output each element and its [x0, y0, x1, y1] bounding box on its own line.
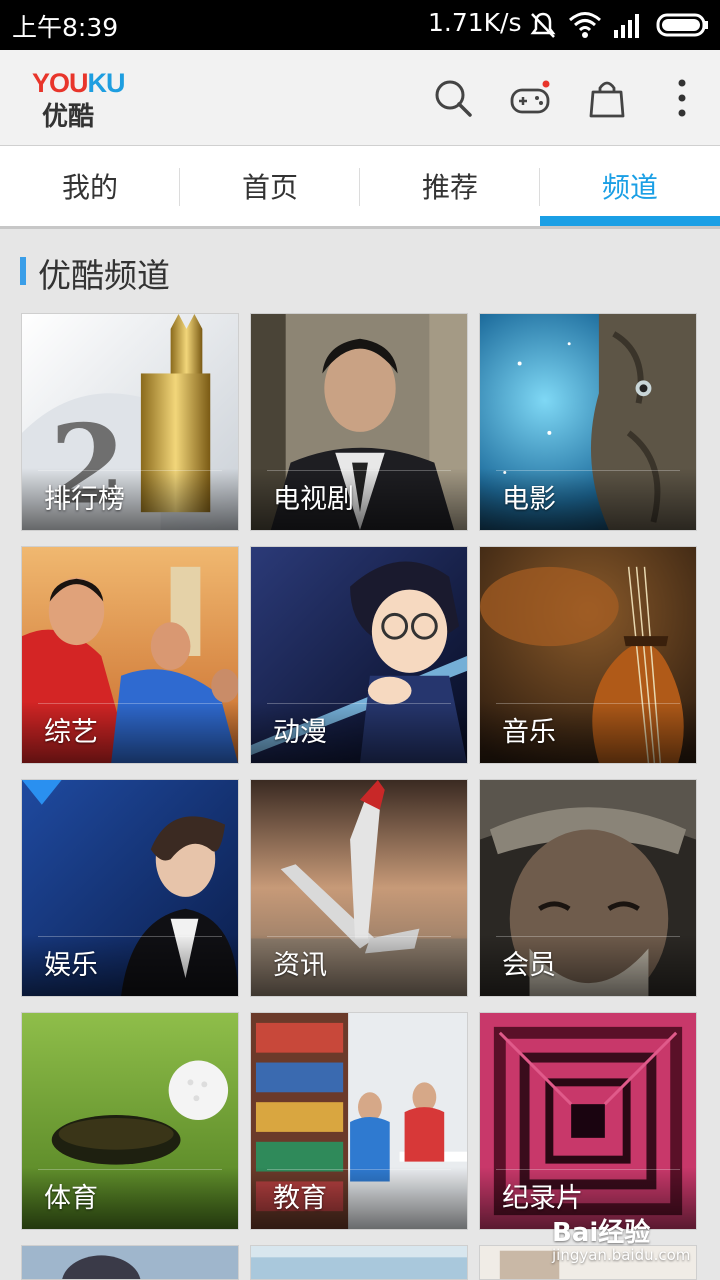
channel-label: 教育 — [273, 1183, 327, 1214]
channel-tile-documentary[interactable]: 纪录片 — [479, 1012, 697, 1230]
mute-icon — [530, 12, 556, 38]
channel-label: 排行榜 — [44, 484, 125, 515]
channel-tile-tv-series[interactable]: 电视剧 — [250, 313, 468, 531]
status-time: 上午8:39 — [12, 13, 119, 42]
label-divider — [38, 703, 222, 704]
channel-tile-variety[interactable]: 综艺 — [21, 546, 239, 764]
baidu-jingyan-watermark: Bai经验 jingyan.baidu.com — [552, 1212, 690, 1264]
active-tab-indicator — [540, 216, 720, 226]
label-divider — [267, 1169, 451, 1170]
label-divider — [38, 936, 222, 937]
battery-icon — [656, 13, 708, 37]
game-icon[interactable] — [508, 76, 552, 120]
network-speed: 1.71K/s — [428, 8, 522, 37]
section-title: 优酷频道 — [38, 256, 170, 295]
channel-label: 电影 — [502, 484, 556, 515]
logo-text-red: YOU — [32, 68, 89, 98]
channel-tile-partial[interactable] — [250, 1245, 468, 1280]
channel-label: 动漫 — [273, 717, 327, 748]
channel-tile-partial[interactable] — [21, 1245, 239, 1280]
tab-recommend[interactable]: 推荐 — [360, 146, 540, 226]
channel-tile-sports[interactable]: 体育 — [21, 1012, 239, 1230]
status-bar: 上午8:39 1.71K/s — [0, 0, 720, 50]
channel-label: 资讯 — [273, 950, 327, 981]
notification-dot — [542, 80, 550, 88]
label-divider — [496, 936, 680, 937]
channel-label: 综艺 — [44, 717, 98, 748]
wifi-icon — [569, 12, 601, 38]
label-divider — [496, 703, 680, 704]
channel-label: 体育 — [44, 1183, 98, 1214]
label-divider — [38, 1169, 222, 1170]
channel-label: 会员 — [502, 950, 556, 981]
channel-tile-ranking[interactable]: 2 排行榜 — [21, 313, 239, 531]
tab-home[interactable]: 首页 — [180, 146, 360, 226]
app-bar: YOUKU 优酷 — [0, 50, 720, 146]
label-divider — [496, 470, 680, 471]
channel-label: 音乐 — [502, 717, 556, 748]
channel-tile-membership[interactable]: 会员 — [479, 779, 697, 997]
logo-text-blue: KU — [87, 68, 126, 98]
tab-channels[interactable]: 频道 — [540, 146, 720, 226]
logo-chinese: 优酷 — [42, 102, 95, 132]
partial-art — [22, 1246, 238, 1279]
more-icon[interactable] — [660, 76, 704, 120]
channel-tile-education[interactable]: 教育 — [250, 1012, 468, 1230]
label-divider — [38, 470, 222, 471]
partial-art — [251, 1246, 467, 1279]
section-accent-bar — [20, 257, 26, 285]
channel-tile-music[interactable]: 音乐 — [479, 546, 697, 764]
channel-label: 纪录片 — [502, 1183, 583, 1214]
channel-label: 娱乐 — [44, 950, 98, 981]
label-divider — [267, 470, 451, 471]
tab-mine[interactable]: 我的 — [0, 146, 180, 226]
channel-tile-entertainment[interactable]: 娱乐 — [21, 779, 239, 997]
watermark-url: jingyan.baidu.com — [552, 1246, 691, 1264]
channel-tile-news[interactable]: 资讯 — [250, 779, 468, 997]
shopping-bag-icon[interactable] — [585, 76, 629, 120]
watermark-main: Bai经验 — [552, 1218, 651, 1248]
label-divider — [267, 936, 451, 937]
search-icon[interactable] — [431, 76, 475, 120]
label-divider — [496, 1169, 680, 1170]
channel-label: 电视剧 — [273, 484, 354, 515]
signal-icon — [614, 14, 639, 38]
label-divider — [267, 703, 451, 704]
youku-logo: YOUKU — [32, 68, 126, 99]
channel-tile-movie[interactable]: 电影 — [479, 313, 697, 531]
channel-tile-anime[interactable]: 动漫 — [250, 546, 468, 764]
